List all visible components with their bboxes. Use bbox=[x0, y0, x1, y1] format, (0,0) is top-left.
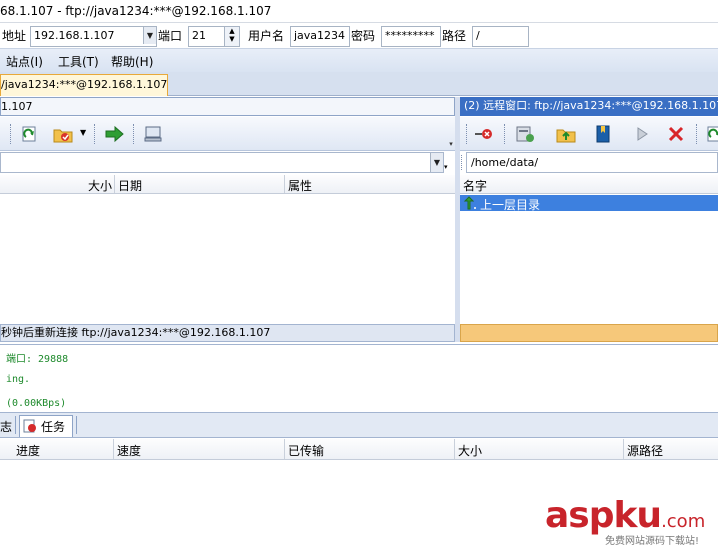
path-label: 路径 bbox=[442, 29, 467, 43]
filter-dropdown-icon[interactable]: ▼ bbox=[80, 128, 86, 137]
password-value: ********* bbox=[385, 29, 435, 42]
remote-status-bar bbox=[460, 324, 718, 342]
local-path-overflow-icon[interactable]: ▾ bbox=[444, 163, 448, 171]
log-line: (0.00KBps) bbox=[6, 398, 67, 409]
task-list-icon bbox=[23, 419, 36, 433]
menu-item-help[interactable]: 帮助(H) bbox=[111, 53, 153, 70]
watermark-main: aspku bbox=[545, 495, 662, 536]
tab-divider bbox=[76, 416, 77, 434]
path-value: / bbox=[476, 29, 480, 42]
tab-divider bbox=[15, 416, 16, 434]
toolbar-overflow-icon[interactable]: ▾ bbox=[447, 140, 455, 148]
bookmark-icon[interactable] bbox=[593, 125, 613, 143]
local-col-size[interactable]: 大小 bbox=[88, 177, 112, 194]
col-divider[interactable] bbox=[284, 175, 285, 193]
port-input[interactable]: 21 bbox=[188, 26, 228, 47]
port-label: 端口 bbox=[158, 29, 183, 43]
queue-col-size[interactable]: 大小 bbox=[458, 442, 482, 459]
password-label: 密码 bbox=[351, 29, 376, 43]
user-label: 用户名 bbox=[248, 29, 285, 43]
port-value: 21 bbox=[192, 29, 206, 42]
local-status-bar: 秒钟后重新连接 ftp://java1234:***@192.168.1.107 bbox=[0, 324, 455, 342]
tab-tasks-label: 任务 bbox=[41, 420, 66, 434]
refresh-icon[interactable] bbox=[19, 125, 39, 143]
local-pane-title: 1.107 bbox=[0, 97, 455, 116]
remote-pane-title: (2) 远程窗口: ftp://java1234:***@192.168.1.1… bbox=[460, 97, 718, 116]
remote-file-list[interactable]: 上一层目录 bbox=[460, 195, 718, 323]
server-icon[interactable] bbox=[515, 125, 535, 143]
port-spinner-icon[interactable]: ▲ ▼ bbox=[224, 26, 240, 47]
col-divider[interactable] bbox=[113, 439, 114, 459]
computer-icon[interactable] bbox=[143, 125, 163, 143]
col-divider[interactable] bbox=[623, 439, 624, 459]
col-divider[interactable] bbox=[454, 439, 455, 459]
toolbar-separator-2 bbox=[133, 124, 137, 144]
local-path-input[interactable]: ▼ bbox=[0, 152, 444, 173]
col-divider[interactable] bbox=[114, 175, 115, 193]
delete-icon[interactable] bbox=[666, 125, 686, 143]
queue-col-transferred[interactable]: 已传输 bbox=[288, 442, 324, 459]
tab-log[interactable]: 志 bbox=[0, 418, 12, 435]
refresh-remote-icon[interactable] bbox=[704, 125, 718, 143]
parent-folder-icon[interactable] bbox=[556, 125, 576, 143]
watermark-sub: 免费网站源码下载站! bbox=[605, 536, 700, 547]
local-col-date[interactable]: 日期 bbox=[118, 177, 142, 194]
toolbar-grip-remote bbox=[466, 124, 470, 144]
watermark-suffix: .com bbox=[661, 511, 706, 532]
log-line: ing. bbox=[6, 374, 31, 385]
queue-column-header: 进度 速度 已传输 大小 源路径 bbox=[0, 439, 718, 460]
path-input[interactable]: / bbox=[472, 26, 529, 47]
toolbar-grip bbox=[10, 124, 14, 144]
queue-col-speed[interactable]: 速度 bbox=[117, 442, 141, 459]
queue-tab-strip: 志 任务 bbox=[0, 412, 718, 438]
local-toolbar: ▼ ▾ bbox=[0, 117, 455, 151]
remote-path-value: /home/data/ bbox=[471, 156, 539, 169]
menu-item-tools[interactable]: 工具(T) bbox=[58, 53, 99, 70]
local-file-list[interactable] bbox=[0, 195, 455, 323]
local-path-dropdown-icon[interactable]: ▼ bbox=[430, 153, 443, 172]
toolbar-separator-remote-2 bbox=[696, 124, 700, 144]
menu-bar: 站点(I) 工具(T) 帮助(H) bbox=[0, 48, 718, 72]
connection-bar: 地址 192.168.1.107 ▼ 端口 21 ▲ ▼ 用户名 java1234… bbox=[0, 22, 718, 48]
toolbar-separator bbox=[94, 124, 98, 144]
remote-path-grip bbox=[461, 155, 464, 170]
session-tab[interactable]: /java1234:***@192.168.1.107 bbox=[0, 74, 168, 96]
window-title: 68.1.107 - ftp://java1234:***@192.168.1.… bbox=[0, 0, 718, 22]
address-dropdown-icon[interactable]: ▼ bbox=[143, 27, 156, 44]
menu-item-site[interactable]: 站点(I) bbox=[6, 53, 43, 70]
up-arrow-icon bbox=[463, 196, 476, 210]
user-value: java1234 bbox=[294, 29, 346, 42]
queue-col-source[interactable]: 源路径 bbox=[627, 442, 663, 459]
col-divider[interactable] bbox=[284, 439, 285, 459]
remote-col-name[interactable]: 名字 bbox=[463, 177, 487, 194]
list-item[interactable]: 上一层目录 bbox=[460, 195, 718, 212]
address-value: 192.168.1.107 bbox=[34, 29, 115, 42]
password-input[interactable]: ********* bbox=[381, 26, 441, 47]
remote-toolbar bbox=[460, 117, 718, 151]
log-panel: 端口: 29888 ing. (0.00KBps) bbox=[0, 344, 718, 412]
folder-filter-icon[interactable] bbox=[53, 125, 73, 143]
address-label: 地址 bbox=[2, 29, 27, 43]
play-icon[interactable] bbox=[632, 125, 652, 143]
toolbar-separator-remote bbox=[504, 124, 508, 144]
remote-path-input[interactable]: /home/data/ bbox=[466, 152, 718, 173]
local-col-attr[interactable]: 属性 bbox=[288, 177, 312, 194]
queue-col-progress[interactable]: 进度 bbox=[16, 442, 40, 459]
local-column-header: 大小 日期 属性 bbox=[0, 175, 455, 194]
watermark-logo: aspku.com 免费网站源码下载站! bbox=[545, 495, 705, 547]
tab-tasks[interactable]: 任务 bbox=[19, 415, 73, 437]
user-input[interactable]: java1234 bbox=[290, 26, 350, 47]
transfer-arrow-icon[interactable] bbox=[104, 125, 124, 143]
list-item-label: 上一层目录 bbox=[480, 198, 541, 212]
disconnect-icon[interactable] bbox=[474, 125, 494, 143]
log-line: 端口: 29888 bbox=[6, 354, 69, 365]
address-input[interactable]: 192.168.1.107 ▼ bbox=[30, 26, 157, 47]
remote-column-header: 名字 bbox=[460, 175, 718, 194]
